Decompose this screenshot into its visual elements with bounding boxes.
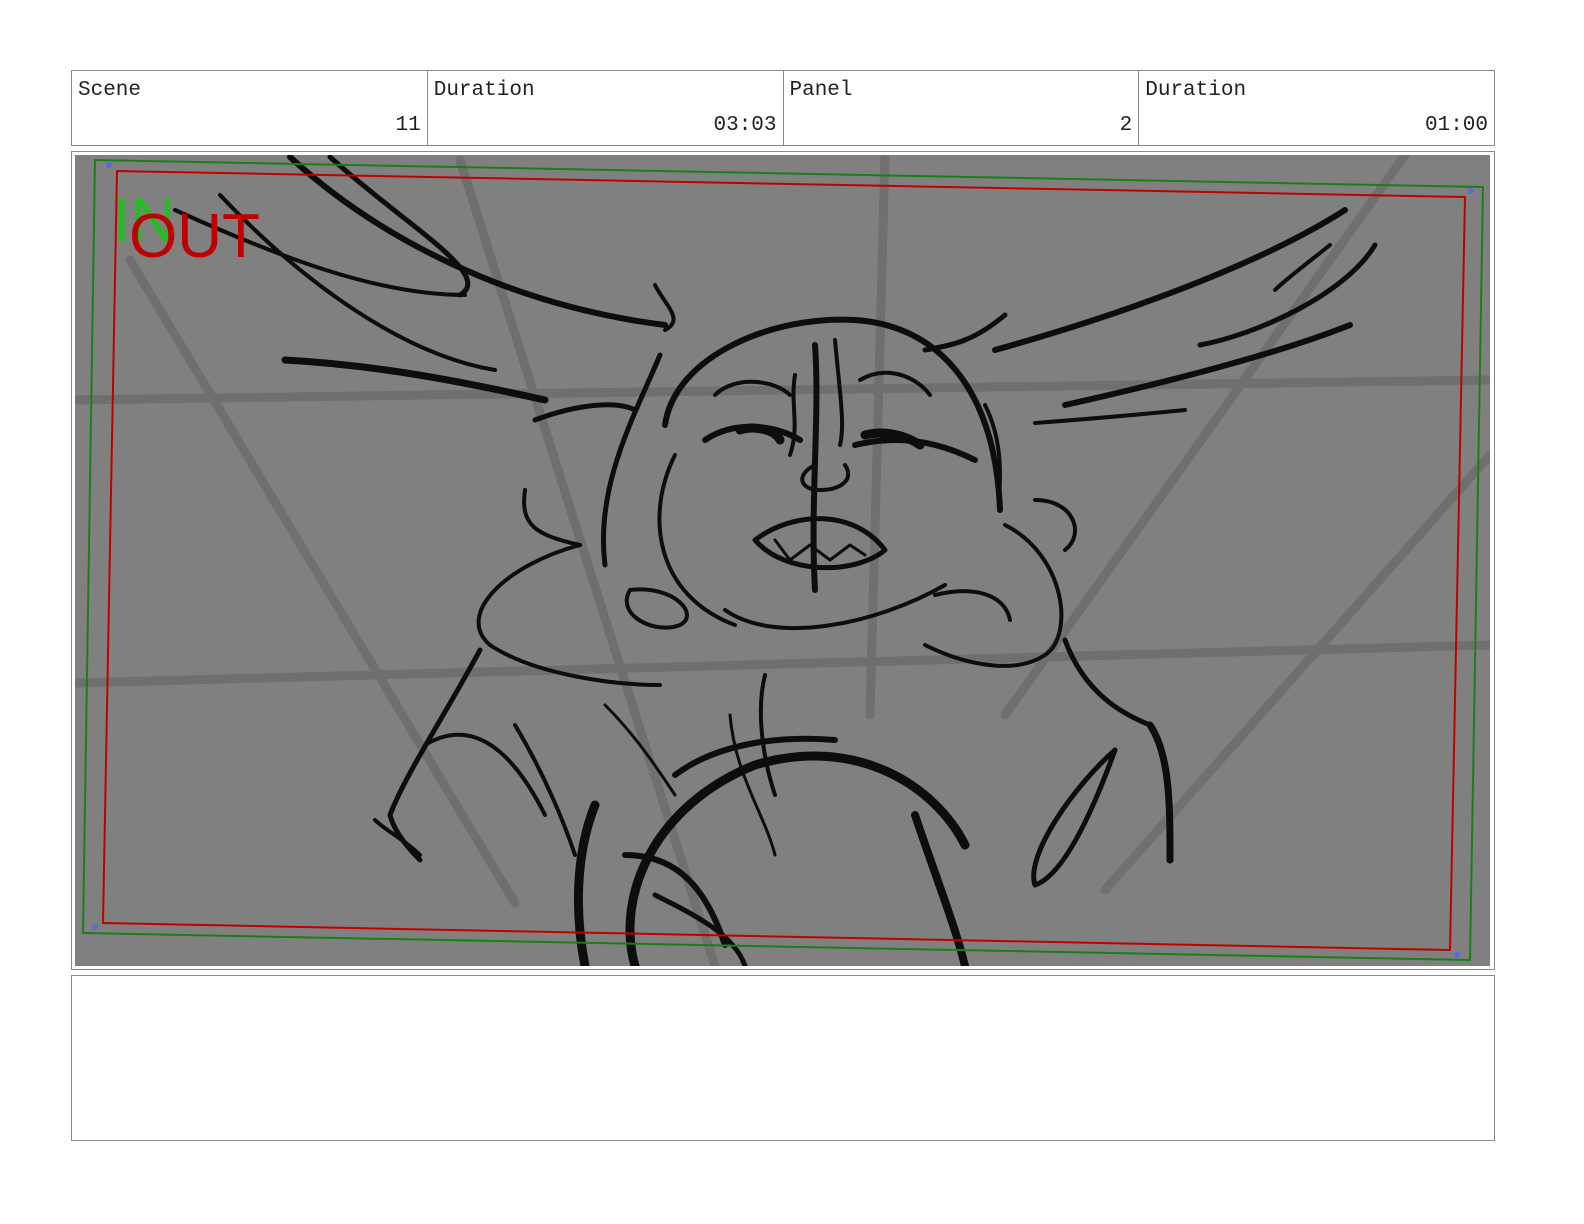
panel-header-table: Scene 11 Duration 03:03 Panel 2 Duration… xyxy=(71,70,1495,146)
panel-duration-label: Duration xyxy=(1145,79,1247,102)
panel-label: Panel xyxy=(789,79,853,102)
character-sketch xyxy=(173,155,1378,966)
scene-duration-cell: Duration 03:03 xyxy=(428,71,784,145)
panel-duration-cell: Duration 01:00 xyxy=(1139,71,1494,145)
scene-duration-label: Duration xyxy=(433,79,535,102)
panel-duration-value: 01:00 xyxy=(1424,114,1488,137)
panel-value: 2 xyxy=(1119,114,1133,137)
panel-cell: Panel 2 xyxy=(784,71,1140,145)
storyboard-sketch: IN OUT xyxy=(75,155,1490,966)
scene-label: Scene xyxy=(78,79,142,102)
scene-value: 11 xyxy=(395,114,421,137)
scene-duration-value: 03:03 xyxy=(713,114,777,137)
storyboard-panel-image: IN OUT xyxy=(75,155,1490,966)
panel-notes-box[interactable] xyxy=(71,975,1495,1141)
scene-cell: Scene 11 xyxy=(72,71,428,145)
out-label: OUT xyxy=(129,202,260,271)
